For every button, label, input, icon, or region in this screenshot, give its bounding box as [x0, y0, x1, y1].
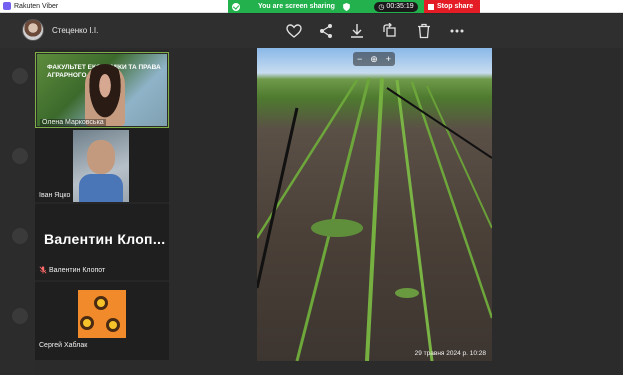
participant-tile[interactable]	[35, 128, 169, 202]
screen-sharing-banner: You are screen sharing ◷ 00:35:19 Stop sh…	[228, 0, 480, 13]
zoom-icon[interactable]: ⊕	[370, 54, 378, 65]
participant-person	[85, 64, 125, 126]
participant-name: Сергей Хаблак	[39, 342, 88, 349]
sharing-timer: ◷ 00:35:19	[368, 0, 424, 13]
chat-avatar-placeholder	[12, 148, 28, 164]
more-icon[interactable]	[449, 23, 465, 39]
chat-list-background	[0, 48, 35, 375]
checkmark-icon	[232, 2, 240, 11]
participant-video: ФАКУЛЬТЕТ ЕКОНОМІКИ ТА ПРАВА АГРАРНОГО Б…	[37, 54, 167, 126]
rotate-icon[interactable]	[382, 22, 398, 39]
participant-tile-active[interactable]: ФАКУЛЬТЕТ ЕКОНОМІКИ ТА ПРАВА АГРАРНОГО Б…	[35, 52, 169, 128]
download-icon[interactable]	[349, 23, 365, 39]
share-icon[interactable]	[318, 23, 334, 39]
window-title: Rakuten Viber	[14, 2, 59, 10]
stop-share-label: Stop share	[437, 3, 474, 10]
clock-icon: ◷	[378, 3, 385, 11]
participant-display-name: Валентин Клоп...	[44, 231, 166, 247]
participant-avatar-image	[78, 290, 126, 338]
call-participants-panel: ФАКУЛЬТЕТ ЕКОНОМІКИ ТА ПРАВА АГРАРНОГО Б…	[35, 50, 169, 360]
participant-video	[73, 130, 129, 202]
shield-icon	[343, 2, 350, 11]
trash-icon[interactable]	[416, 23, 432, 39]
participant-name: Олена Марковська	[40, 119, 106, 126]
field-photo-content	[257, 77, 492, 361]
sharing-timer-text: 00:35:19	[386, 3, 414, 10]
stop-share-button[interactable]: Stop share	[424, 0, 480, 13]
sharing-status: You are screen sharing	[228, 0, 368, 13]
avatar[interactable]	[22, 19, 44, 41]
shared-media-viewer: − ⊕ + 29 травня 2024 р. 10:28	[169, 48, 589, 375]
media-viewer-toolbar: Стеценко І.І.	[0, 14, 623, 48]
sharing-status-text: You are screen sharing	[258, 3, 335, 10]
chat-avatar-placeholder	[12, 68, 28, 84]
participant-name: Іван Яцко	[39, 192, 71, 199]
chat-avatar-placeholder	[12, 228, 28, 244]
zoom-in-button[interactable]: +	[386, 54, 391, 64]
shared-photo[interactable]: − ⊕ + 29 травня 2024 р. 10:28	[257, 48, 492, 361]
heart-icon[interactable]	[286, 23, 302, 39]
zoom-out-button[interactable]: −	[357, 54, 362, 64]
viewer-right-margin	[589, 48, 623, 375]
zoom-controls: − ⊕ +	[353, 52, 395, 66]
chat-avatar-placeholder	[12, 308, 28, 324]
stop-icon	[428, 3, 434, 10]
contact-name: Стеценко І.І.	[52, 26, 99, 35]
participant-name: Валентин Клопот	[49, 267, 106, 274]
viber-logo-icon	[3, 2, 11, 10]
mic-off-icon	[39, 266, 47, 274]
photo-timestamp: 29 травня 2024 р. 10:28	[414, 350, 486, 357]
